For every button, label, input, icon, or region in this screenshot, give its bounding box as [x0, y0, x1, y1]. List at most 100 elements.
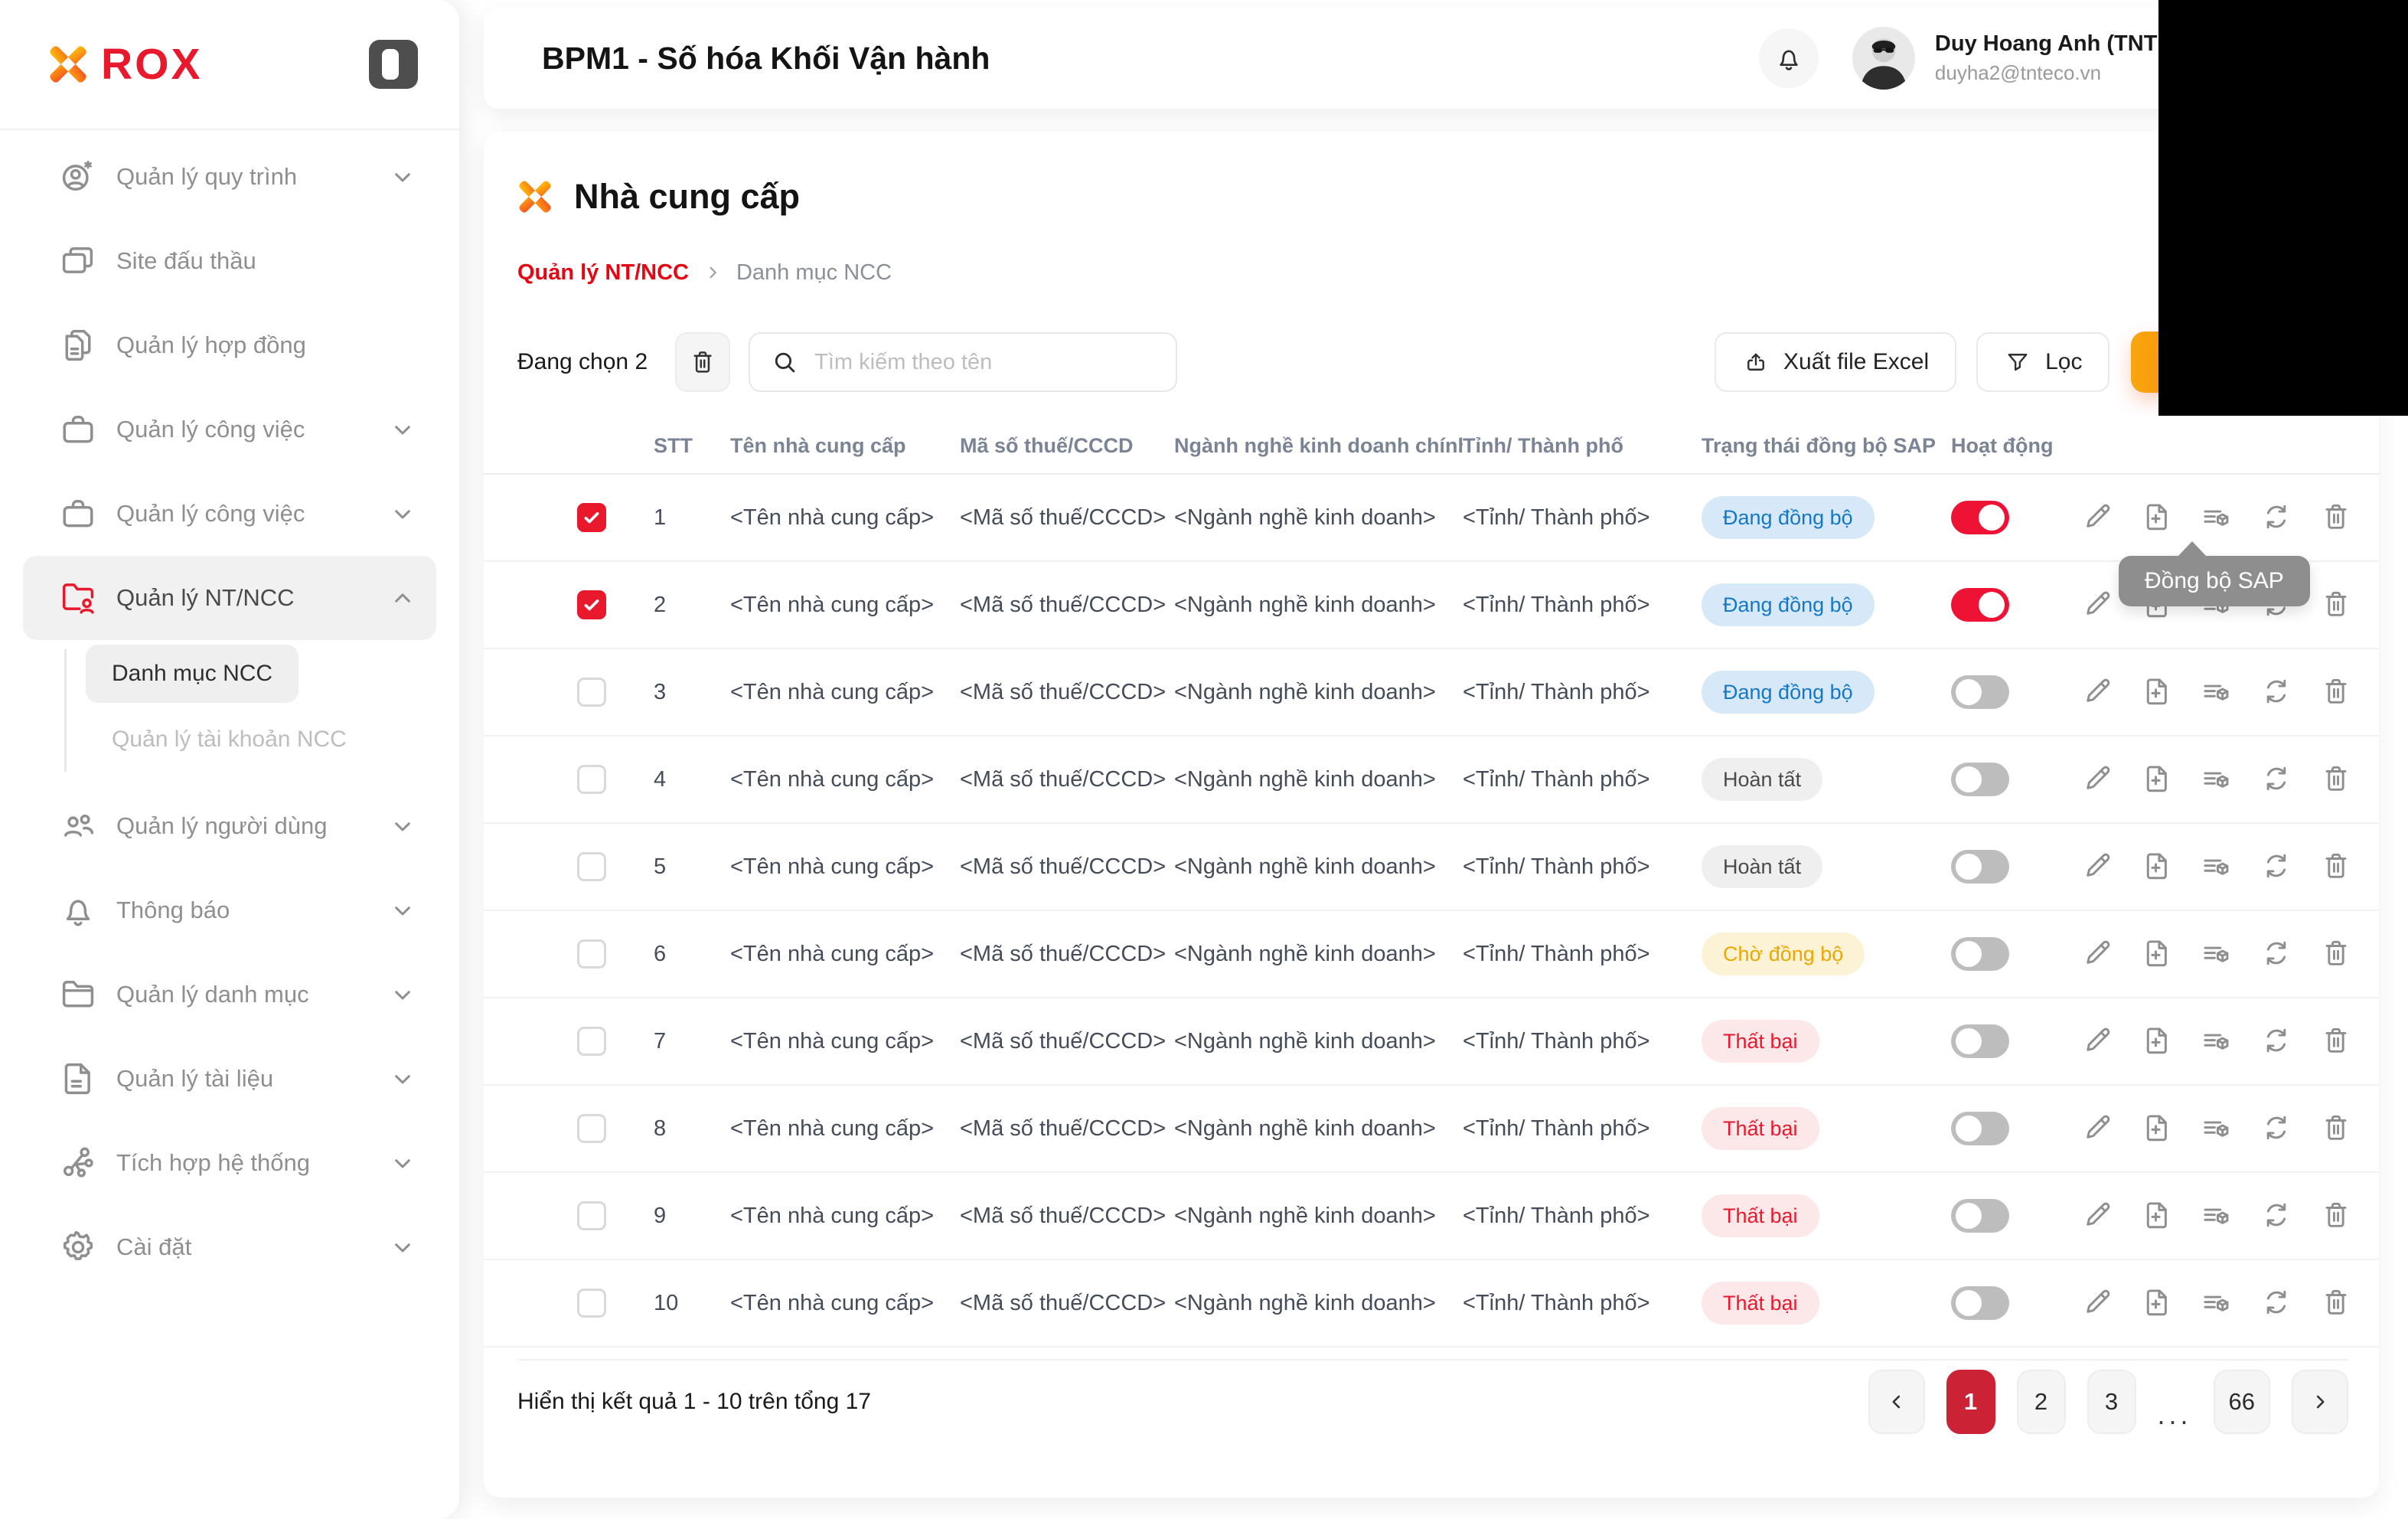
cell-stt: 8: [654, 1116, 667, 1141]
add-document-button[interactable]: [2139, 936, 2175, 972]
add-document-button[interactable]: [2139, 1285, 2175, 1321]
row-checkbox[interactable]: [577, 590, 606, 619]
sidebar-item-tasks-2[interactable]: Quản lý công việc: [23, 472, 436, 556]
sidebar-item-documents[interactable]: Quản lý tài liệu: [23, 1037, 436, 1121]
refresh-button[interactable]: [2259, 500, 2294, 535]
sap-sync-button[interactable]: [2199, 675, 2234, 710]
edit-button[interactable]: [2080, 675, 2115, 710]
refresh-button[interactable]: [2259, 762, 2294, 797]
sidebar-collapse-button[interactable]: [369, 40, 418, 89]
add-document-button[interactable]: [2139, 675, 2175, 710]
chevron-right-icon: [2307, 1389, 2333, 1415]
row-checkbox[interactable]: [577, 678, 606, 707]
row-checkbox[interactable]: [577, 1027, 606, 1056]
refresh-button[interactable]: [2259, 936, 2294, 972]
sidebar-subitem-tai-khoan-ncc[interactable]: Quản lý tài khoản NCC: [86, 710, 373, 769]
sap-sync-button[interactable]: [2199, 1111, 2234, 1146]
row-checkbox[interactable]: [577, 1201, 606, 1230]
row-checkbox[interactable]: [577, 1114, 606, 1143]
active-toggle[interactable]: [1951, 763, 2009, 796]
active-toggle[interactable]: [1951, 588, 2009, 622]
bulk-delete-button[interactable]: [675, 332, 731, 392]
export-excel-button[interactable]: Xuất file Excel: [1715, 332, 1957, 392]
edit-button[interactable]: [2080, 1285, 2115, 1321]
prev-page-button[interactable]: [1868, 1370, 1925, 1434]
notifications-button[interactable]: [1758, 28, 1819, 88]
filter-button[interactable]: Lọc: [1976, 332, 2110, 392]
page-button-66[interactable]: 66: [2213, 1370, 2270, 1434]
delete-button[interactable]: [2318, 675, 2354, 710]
sidebar-item-process[interactable]: Quản lý quy trình: [23, 135, 436, 219]
add-document-button[interactable]: [2139, 500, 2175, 535]
delete-button[interactable]: [2318, 587, 2354, 622]
pencil-icon: [2080, 1198, 2114, 1232]
sap-status-badge: Đang đồng bộ: [1702, 671, 1875, 714]
edit-button[interactable]: [2080, 1198, 2115, 1233]
active-toggle[interactable]: [1951, 501, 2009, 534]
sap-sync-button[interactable]: [2199, 1198, 2234, 1233]
edit-button[interactable]: [2080, 1024, 2115, 1059]
sidebar-subitem-danh-muc-ncc[interactable]: Danh mục NCC: [86, 645, 299, 703]
next-page-button[interactable]: [2292, 1370, 2348, 1434]
add-document-button[interactable]: [2139, 1111, 2175, 1146]
row-checkbox[interactable]: [577, 1289, 606, 1318]
row-checkbox[interactable]: [577, 852, 606, 881]
refresh-button[interactable]: [2259, 849, 2294, 884]
delete-button[interactable]: [2318, 762, 2354, 797]
add-document-button[interactable]: [2139, 762, 2175, 797]
cell-industry: <Ngành nghề kinh doanh>: [1174, 1203, 1436, 1228]
sidebar-item-tasks-1[interactable]: Quản lý công việc: [23, 387, 436, 472]
add-document-button[interactable]: [2139, 1024, 2175, 1059]
active-toggle[interactable]: [1951, 675, 2009, 709]
refresh-button[interactable]: [2259, 675, 2294, 710]
delete-button[interactable]: [2318, 1198, 2354, 1233]
sap-sync-button[interactable]: [2199, 1285, 2234, 1321]
row-checkbox[interactable]: [577, 765, 606, 794]
edit-button[interactable]: [2080, 762, 2115, 797]
sidebar-item-settings[interactable]: Cài đặt: [23, 1205, 436, 1289]
page-button-2[interactable]: 2: [2016, 1370, 2066, 1434]
row-checkbox[interactable]: [577, 503, 606, 532]
page-button-1[interactable]: 1: [1946, 1370, 1995, 1434]
edit-button[interactable]: [2080, 1111, 2115, 1146]
sap-sync-button[interactable]: [2199, 936, 2234, 972]
active-toggle[interactable]: [1951, 937, 2009, 971]
sap-sync-button[interactable]: [2199, 500, 2234, 535]
refresh-button[interactable]: [2259, 1111, 2294, 1146]
edit-button[interactable]: [2080, 500, 2115, 535]
delete-button[interactable]: [2318, 1111, 2354, 1146]
delete-button[interactable]: [2318, 1285, 2354, 1321]
sap-sync-button[interactable]: [2199, 849, 2234, 884]
page-button-3[interactable]: 3: [2087, 1370, 2136, 1434]
delete-button[interactable]: [2318, 500, 2354, 535]
sidebar-item-notifications[interactable]: Thông báo: [23, 868, 436, 952]
sap-sync-button[interactable]: [2199, 762, 2234, 797]
active-toggle[interactable]: [1951, 850, 2009, 884]
avatar[interactable]: [1852, 27, 1915, 90]
delete-button[interactable]: [2318, 1024, 2354, 1059]
active-toggle[interactable]: [1951, 1286, 2009, 1320]
refresh-button[interactable]: [2259, 1285, 2294, 1321]
edit-button[interactable]: [2080, 849, 2115, 884]
delete-button[interactable]: [2318, 936, 2354, 972]
sidebar-item-nt-ncc[interactable]: Quản lý NT/NCC: [23, 556, 436, 640]
sidebar-item-bidding-site[interactable]: Site đấu thầu: [23, 219, 436, 303]
active-toggle[interactable]: [1951, 1199, 2009, 1233]
search-input[interactable]: [813, 348, 1157, 376]
row-checkbox[interactable]: [577, 939, 606, 969]
add-document-button[interactable]: [2139, 849, 2175, 884]
active-toggle[interactable]: [1951, 1024, 2009, 1058]
sidebar-item-contracts[interactable]: Quản lý hợp đồng: [23, 303, 436, 387]
sidebar-item-integration[interactable]: Tích hợp hệ thống: [23, 1121, 436, 1205]
active-toggle[interactable]: [1951, 1112, 2009, 1145]
sidebar-item-categories[interactable]: Quản lý danh mục: [23, 952, 436, 1037]
breadcrumb-parent[interactable]: Quản lý NT/NCC: [517, 260, 689, 286]
refresh-button[interactable]: [2259, 1024, 2294, 1059]
edit-button[interactable]: [2080, 936, 2115, 972]
add-document-button[interactable]: [2139, 1198, 2175, 1233]
sap-sync-button[interactable]: [2199, 1024, 2234, 1059]
edit-button[interactable]: [2080, 587, 2115, 622]
refresh-button[interactable]: [2259, 1198, 2294, 1233]
delete-button[interactable]: [2318, 849, 2354, 884]
sidebar-item-users[interactable]: Quản lý người dùng: [23, 784, 436, 868]
